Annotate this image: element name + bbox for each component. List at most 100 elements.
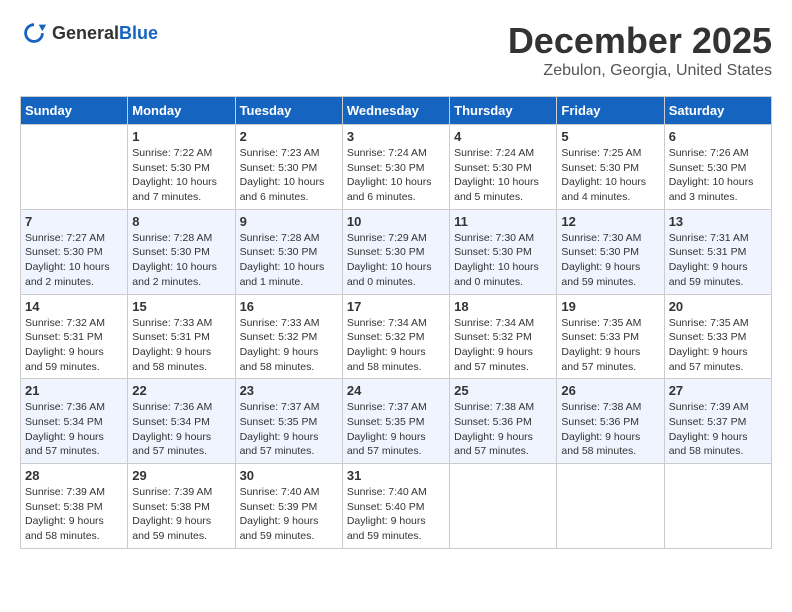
- calendar-cell-empty: [450, 464, 557, 549]
- cell-info: Sunrise: 7:39 AM Sunset: 5:38 PM Dayligh…: [25, 485, 123, 544]
- cell-info: Sunrise: 7:30 AM Sunset: 5:30 PM Dayligh…: [454, 231, 552, 290]
- cell-info: Sunrise: 7:40 AM Sunset: 5:40 PM Dayligh…: [347, 485, 445, 544]
- calendar-cell-day-10: 10Sunrise: 7:29 AM Sunset: 5:30 PM Dayli…: [342, 209, 449, 294]
- cell-info: Sunrise: 7:23 AM Sunset: 5:30 PM Dayligh…: [240, 146, 338, 205]
- day-number: 31: [347, 468, 445, 483]
- day-number: 28: [25, 468, 123, 483]
- day-number: 7: [25, 214, 123, 229]
- day-number: 23: [240, 383, 338, 398]
- weekday-header-thursday: Thursday: [450, 97, 557, 125]
- calendar-cell-day-2: 2 Sunrise: 7:23 AM Sunset: 5:30 PM Daylig…: [235, 125, 342, 210]
- calendar-week-row: 14 Sunrise: 7:32 AM Sunset: 5:31 PM Dayli…: [21, 294, 772, 379]
- day-number: 13: [669, 214, 767, 229]
- calendar-cell-day-14: 14 Sunrise: 7:32 AM Sunset: 5:31 PM Dayli…: [21, 294, 128, 379]
- day-number: 22: [132, 383, 230, 398]
- day-number: 29: [132, 468, 230, 483]
- day-number: 18: [454, 299, 552, 314]
- calendar-cell-day-23: 23 Sunrise: 7:37 AM Sunset: 5:35 PM Dayli…: [235, 379, 342, 464]
- calendar-cell-day-20: 20 Sunrise: 7:35 AM Sunset: 5:33 PM Dayli…: [664, 294, 771, 379]
- day-number: 16: [240, 299, 338, 314]
- weekday-header-monday: Monday: [128, 97, 235, 125]
- cell-info: Sunrise: 7:35 AM Sunset: 5:33 PM Dayligh…: [669, 316, 767, 375]
- weekday-header-sunday: Sunday: [21, 97, 128, 125]
- cell-info: Sunrise: 7:39 AM Sunset: 5:38 PM Dayligh…: [132, 485, 230, 544]
- calendar-cell-day-18: 18 Sunrise: 7:34 AM Sunset: 5:32 PM Dayli…: [450, 294, 557, 379]
- weekday-header-wednesday: Wednesday: [342, 97, 449, 125]
- day-number: 15: [132, 299, 230, 314]
- calendar-cell-day-13: 13Sunrise: 7:31 AM Sunset: 5:31 PM Dayli…: [664, 209, 771, 294]
- calendar-cell-day-21: 21 Sunrise: 7:36 AM Sunset: 5:34 PM Dayli…: [21, 379, 128, 464]
- cell-info: Sunrise: 7:29 AM Sunset: 5:30 PM Dayligh…: [347, 231, 445, 290]
- calendar-week-row: 7 Sunrise: 7:27 AM Sunset: 5:30 PM Daylig…: [21, 209, 772, 294]
- day-number: 6: [669, 129, 767, 144]
- day-number: 25: [454, 383, 552, 398]
- cell-info: Sunrise: 7:32 AM Sunset: 5:31 PM Dayligh…: [25, 316, 123, 375]
- calendar-cell-day-5: 5Sunrise: 7:25 AM Sunset: 5:30 PM Daylig…: [557, 125, 664, 210]
- title-block: December 2025 Zebulon, Georgia, United S…: [508, 20, 772, 80]
- cell-info: Sunrise: 7:34 AM Sunset: 5:32 PM Dayligh…: [454, 316, 552, 375]
- calendar-cell-day-31: 31 Sunrise: 7:40 AM Sunset: 5:40 PM Dayli…: [342, 464, 449, 549]
- day-number: 5: [561, 129, 659, 144]
- calendar-cell-day-7: 7 Sunrise: 7:27 AM Sunset: 5:30 PM Daylig…: [21, 209, 128, 294]
- cell-info: Sunrise: 7:35 AM Sunset: 5:33 PM Dayligh…: [561, 316, 659, 375]
- calendar-cell-day-15: 15 Sunrise: 7:33 AM Sunset: 5:31 PM Dayli…: [128, 294, 235, 379]
- day-number: 1: [132, 129, 230, 144]
- calendar-cell-empty: [664, 464, 771, 549]
- cell-info: Sunrise: 7:39 AM Sunset: 5:37 PM Dayligh…: [669, 400, 767, 459]
- cell-info: Sunrise: 7:24 AM Sunset: 5:30 PM Dayligh…: [454, 146, 552, 205]
- calendar-cell-day-9: 9 Sunrise: 7:28 AM Sunset: 5:30 PM Daylig…: [235, 209, 342, 294]
- calendar-table: SundayMondayTuesdayWednesdayThursdayFrid…: [20, 96, 772, 549]
- location-title: Zebulon, Georgia, United States: [508, 62, 772, 80]
- cell-info: Sunrise: 7:36 AM Sunset: 5:34 PM Dayligh…: [25, 400, 123, 459]
- calendar-cell-day-30: 30Sunrise: 7:40 AM Sunset: 5:39 PM Dayli…: [235, 464, 342, 549]
- calendar-cell-day-1: 1 Sunrise: 7:22 AM Sunset: 5:30 PM Daylig…: [128, 125, 235, 210]
- cell-info: Sunrise: 7:30 AM Sunset: 5:30 PM Dayligh…: [561, 231, 659, 290]
- day-number: 3: [347, 129, 445, 144]
- cell-info: Sunrise: 7:24 AM Sunset: 5:30 PM Dayligh…: [347, 146, 445, 205]
- calendar-header-row: SundayMondayTuesdayWednesdayThursdayFrid…: [21, 97, 772, 125]
- day-number: 9: [240, 214, 338, 229]
- cell-info: Sunrise: 7:22 AM Sunset: 5:30 PM Dayligh…: [132, 146, 230, 205]
- calendar-cell-day-6: 6Sunrise: 7:26 AM Sunset: 5:30 PM Daylig…: [664, 125, 771, 210]
- calendar-cell-day-25: 25 Sunrise: 7:38 AM Sunset: 5:36 PM Dayli…: [450, 379, 557, 464]
- cell-info: Sunrise: 7:38 AM Sunset: 5:36 PM Dayligh…: [454, 400, 552, 459]
- cell-info: Sunrise: 7:33 AM Sunset: 5:31 PM Dayligh…: [132, 316, 230, 375]
- calendar-cell-day-19: 19 Sunrise: 7:35 AM Sunset: 5:33 PM Dayli…: [557, 294, 664, 379]
- cell-info: Sunrise: 7:28 AM Sunset: 5:30 PM Dayligh…: [240, 231, 338, 290]
- calendar-cell-day-8: 8 Sunrise: 7:28 AM Sunset: 5:30 PM Daylig…: [128, 209, 235, 294]
- cell-info: Sunrise: 7:37 AM Sunset: 5:35 PM Dayligh…: [240, 400, 338, 459]
- day-number: 21: [25, 383, 123, 398]
- day-number: 20: [669, 299, 767, 314]
- day-number: 19: [561, 299, 659, 314]
- day-number: 2: [240, 129, 338, 144]
- calendar-cell-day-28: 28 Sunrise: 7:39 AM Sunset: 5:38 PM Dayli…: [21, 464, 128, 549]
- day-number: 11: [454, 214, 552, 229]
- weekday-header-saturday: Saturday: [664, 97, 771, 125]
- day-number: 17: [347, 299, 445, 314]
- day-number: 24: [347, 383, 445, 398]
- day-number: 26: [561, 383, 659, 398]
- cell-info: Sunrise: 7:27 AM Sunset: 5:30 PM Dayligh…: [25, 231, 123, 290]
- day-number: 30: [240, 468, 338, 483]
- day-number: 12: [561, 214, 659, 229]
- calendar-week-row: 28 Sunrise: 7:39 AM Sunset: 5:38 PM Dayli…: [21, 464, 772, 549]
- calendar-cell-day-27: 27 Sunrise: 7:39 AM Sunset: 5:37 PM Dayli…: [664, 379, 771, 464]
- month-title: December 2025: [508, 20, 772, 62]
- cell-info: Sunrise: 7:28 AM Sunset: 5:30 PM Dayligh…: [132, 231, 230, 290]
- day-number: 27: [669, 383, 767, 398]
- cell-info: Sunrise: 7:33 AM Sunset: 5:32 PM Dayligh…: [240, 316, 338, 375]
- calendar-cell-day-12: 12 Sunrise: 7:30 AM Sunset: 5:30 PM Dayli…: [557, 209, 664, 294]
- calendar-cell-empty: [21, 125, 128, 210]
- cell-info: Sunrise: 7:38 AM Sunset: 5:36 PM Dayligh…: [561, 400, 659, 459]
- calendar-cell-day-26: 26 Sunrise: 7:38 AM Sunset: 5:36 PM Dayli…: [557, 379, 664, 464]
- cell-info: Sunrise: 7:36 AM Sunset: 5:34 PM Dayligh…: [132, 400, 230, 459]
- day-number: 4: [454, 129, 552, 144]
- logo-icon: [20, 20, 48, 48]
- day-number: 8: [132, 214, 230, 229]
- logo: GeneralBlue: [20, 20, 158, 48]
- cell-info: Sunrise: 7:34 AM Sunset: 5:32 PM Dayligh…: [347, 316, 445, 375]
- logo-text: GeneralBlue: [52, 24, 158, 44]
- calendar-cell-day-4: 4 Sunrise: 7:24 AM Sunset: 5:30 PM Daylig…: [450, 125, 557, 210]
- day-number: 14: [25, 299, 123, 314]
- calendar-cell-day-29: 29 Sunrise: 7:39 AM Sunset: 5:38 PM Dayli…: [128, 464, 235, 549]
